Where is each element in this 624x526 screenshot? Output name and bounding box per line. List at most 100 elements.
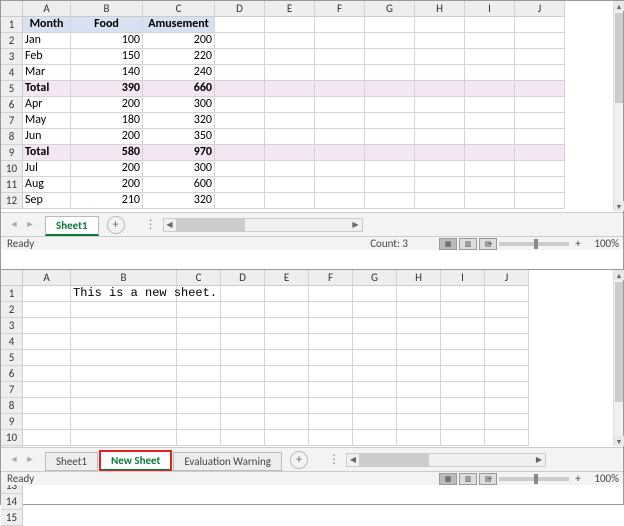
cell-J7[interactable] <box>515 113 565 129</box>
cell-C7[interactable] <box>177 382 221 398</box>
cell-E6[interactable] <box>265 97 315 113</box>
cell-H1[interactable] <box>415 17 465 33</box>
cell-A10[interactable] <box>23 430 71 446</box>
row-header-7[interactable]: 7 <box>1 382 23 398</box>
cell-D3[interactable] <box>215 49 265 65</box>
hscroll-thumb[interactable] <box>359 454 429 466</box>
page-layout-view-icon[interactable]: ▥ <box>459 238 477 250</box>
cell-F2[interactable] <box>309 302 353 318</box>
cell-C6[interactable]: 300 <box>143 97 215 113</box>
cell-J4[interactable] <box>515 65 565 81</box>
column-header-B[interactable]: B <box>71 1 143 17</box>
cell-grid[interactable]: This is a new sheet. <box>23 286 613 446</box>
cell-E7[interactable] <box>265 382 309 398</box>
cell-H4[interactable] <box>415 65 465 81</box>
cell-D7[interactable] <box>215 113 265 129</box>
cell-I7[interactable] <box>441 382 485 398</box>
cell-G1[interactable] <box>353 286 397 302</box>
cell-D5[interactable] <box>221 350 265 366</box>
vertical-scrollbar[interactable]: ▲ ▼ <box>613 1 623 211</box>
cell-C2[interactable] <box>177 302 221 318</box>
zoom-out-icon[interactable]: − <box>485 237 495 250</box>
cell-grid[interactable]: MonthFoodAmusementJan100200Feb150220Mar1… <box>23 17 613 211</box>
row-header-4[interactable]: 4 <box>1 65 23 81</box>
cell-F3[interactable] <box>309 318 353 334</box>
cell-H5[interactable] <box>397 350 441 366</box>
cell-H3[interactable] <box>415 49 465 65</box>
cell-D5[interactable] <box>215 81 265 97</box>
cell-I6[interactable] <box>465 97 515 113</box>
cell-G7[interactable] <box>353 382 397 398</box>
zoom-slider[interactable] <box>499 477 569 481</box>
cell-A7[interactable] <box>23 382 71 398</box>
cell-A2[interactable]: Jan <box>23 33 71 49</box>
cell-J8[interactable] <box>515 129 565 145</box>
cell-J9[interactable] <box>485 414 529 430</box>
cell-H6[interactable] <box>415 97 465 113</box>
row-header-15[interactable]: 15 <box>1 510 23 526</box>
cell-J11[interactable] <box>515 177 565 193</box>
row-header-6[interactable]: 6 <box>1 366 23 382</box>
cell-A12[interactable]: Sep <box>23 193 71 209</box>
cell-I3[interactable] <box>441 318 485 334</box>
cell-E10[interactable] <box>265 161 315 177</box>
cell-A10[interactable]: Jul <box>23 161 71 177</box>
cell-G10[interactable] <box>353 430 397 446</box>
cell-F6[interactable] <box>309 366 353 382</box>
cell-D8[interactable] <box>221 398 265 414</box>
cell-D7[interactable] <box>221 382 265 398</box>
cell-I6[interactable] <box>441 366 485 382</box>
cell-C8[interactable]: 350 <box>143 129 215 145</box>
cell-D6[interactable] <box>221 366 265 382</box>
cell-I10[interactable] <box>465 161 515 177</box>
cell-E8[interactable] <box>265 398 309 414</box>
cell-D1[interactable] <box>221 286 265 302</box>
cell-J6[interactable] <box>485 366 529 382</box>
cell-B4[interactable] <box>71 334 177 350</box>
cell-H8[interactable] <box>397 398 441 414</box>
cell-A6[interactable] <box>23 366 71 382</box>
row-header-12[interactable]: 12 <box>1 193 23 209</box>
page-layout-view-icon[interactable]: ▥ <box>459 473 477 485</box>
zoom-percent[interactable]: 100% <box>587 472 619 485</box>
column-header-J[interactable]: J <box>485 270 529 286</box>
row-header-7[interactable]: 7 <box>1 113 23 129</box>
zoom-in-icon[interactable]: + <box>573 237 583 250</box>
cell-H5[interactable] <box>415 81 465 97</box>
cell-D2[interactable] <box>215 33 265 49</box>
cell-B1[interactable]: Food <box>71 17 143 33</box>
cell-J2[interactable] <box>485 302 529 318</box>
row-header-6[interactable]: 6 <box>1 97 23 113</box>
cell-I3[interactable] <box>465 49 515 65</box>
top-sheet[interactable]: ABCDEFGHIJ 123456789101112 MonthFoodAmus… <box>1 1 623 236</box>
cell-D10[interactable] <box>221 430 265 446</box>
new-sheet-button[interactable]: + <box>107 216 125 234</box>
cell-H10[interactable] <box>415 161 465 177</box>
cell-E6[interactable] <box>265 366 309 382</box>
vertical-scrollbar[interactable]: ▲ ▼ <box>613 270 623 446</box>
column-header-I[interactable]: I <box>441 270 485 286</box>
cell-E4[interactable] <box>265 334 309 350</box>
cell-E3[interactable] <box>265 49 315 65</box>
normal-view-icon[interactable]: ▦ <box>439 473 457 485</box>
cell-I4[interactable] <box>441 334 485 350</box>
cell-F7[interactable] <box>315 113 365 129</box>
row-header-10[interactable]: 10 <box>1 430 23 446</box>
cell-J2[interactable] <box>515 33 565 49</box>
row-header-8[interactable]: 8 <box>1 129 23 145</box>
column-header-C[interactable]: C <box>177 270 221 286</box>
cell-B8[interactable] <box>71 398 177 414</box>
cell-H7[interactable] <box>397 382 441 398</box>
cell-B10[interactable]: 200 <box>71 161 143 177</box>
scroll-up-arrow[interactable]: ▲ <box>614 1 624 11</box>
cell-A8[interactable]: Jun <box>23 129 71 145</box>
cell-B2[interactable] <box>71 302 177 318</box>
cell-I9[interactable] <box>465 145 515 161</box>
cell-C6[interactable] <box>177 366 221 382</box>
scroll-left-arrow[interactable]: ◀ <box>347 455 359 465</box>
tab-nav-buttons[interactable]: ◄► <box>1 454 37 465</box>
cell-E10[interactable] <box>265 430 309 446</box>
cell-A11[interactable]: Aug <box>23 177 71 193</box>
cell-G10[interactable] <box>365 161 415 177</box>
cell-G1[interactable] <box>365 17 415 33</box>
